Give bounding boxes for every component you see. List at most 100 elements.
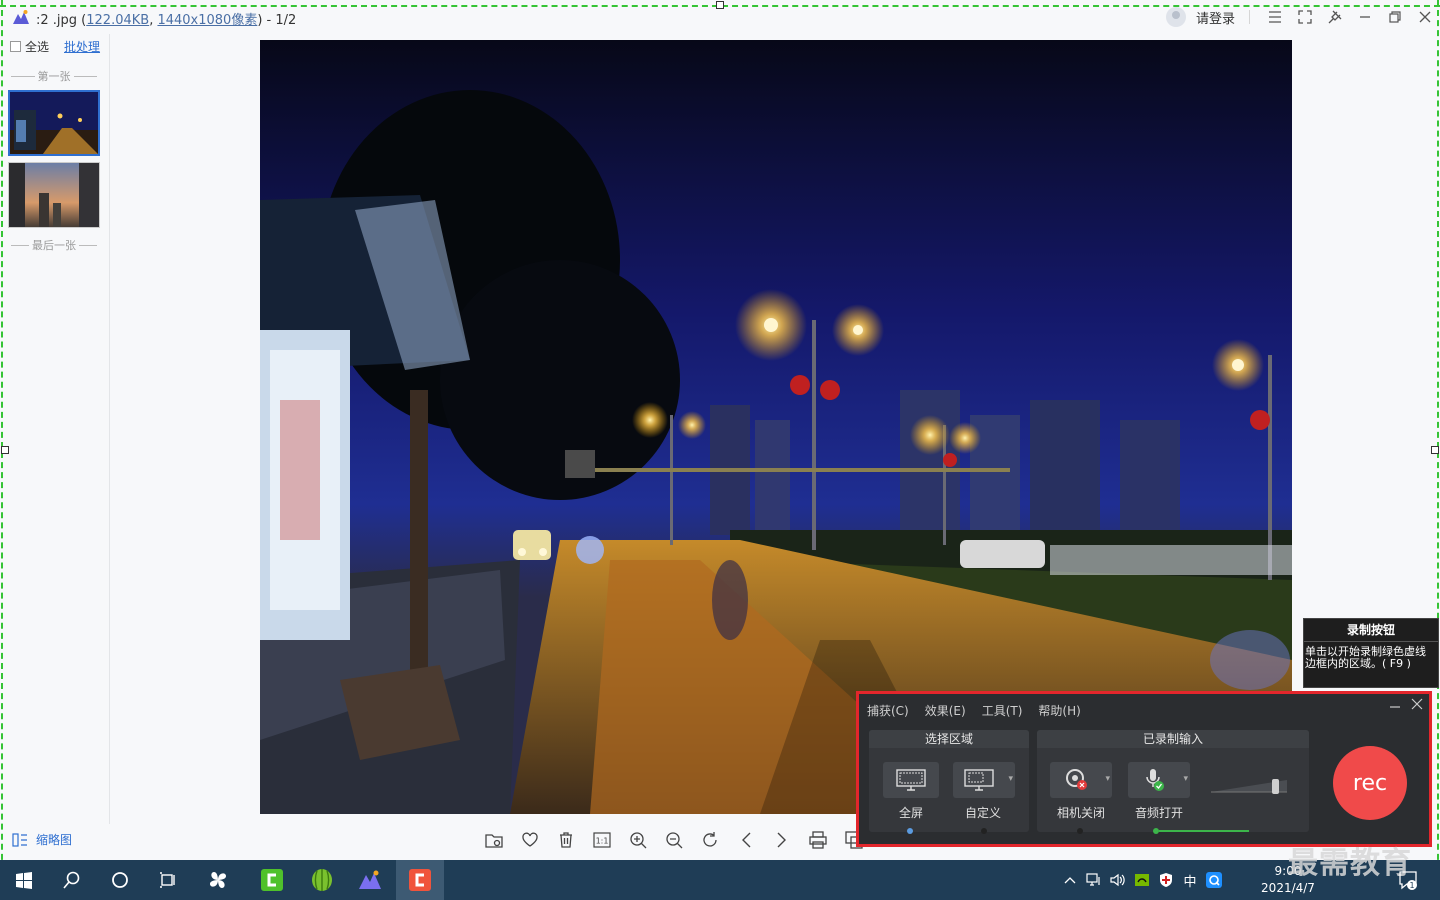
app-logo-icon [13, 10, 29, 24]
watermark: 最需教育 [1288, 846, 1412, 881]
camera-label: 相机关闭 [1056, 806, 1105, 820]
actual-size-label: 1:1 [596, 837, 609, 846]
search-icon [63, 871, 80, 889]
menu-effects[interactable]: 效果(E) [925, 702, 966, 719]
window-title: :2 .jpg (122.04KB, 1440x1080像素) - 1/2 [36, 13, 297, 28]
menu-capture[interactable]: 捕获(C) [867, 702, 909, 719]
pinwheel-app-icon [210, 872, 226, 888]
audio-option[interactable]: ▾ 音频打开 [1125, 762, 1193, 821]
taskbar-app-pinwheel[interactable] [194, 860, 242, 900]
camera-option[interactable]: ▾ 相机关闭 [1047, 762, 1115, 821]
taskbar-app-image-viewer[interactable] [346, 860, 394, 900]
zoom-out-icon[interactable] [656, 826, 692, 854]
webcam-off-icon [1066, 769, 1087, 790]
chevron-down-icon[interactable]: ▾ [1008, 774, 1013, 784]
taskbar-app-melon[interactable] [298, 860, 346, 900]
dimensions-link[interactable]: 1440x1080像素 [157, 13, 257, 28]
qq-icon[interactable] [1202, 860, 1226, 900]
batch-process-link[interactable]: 批处理 [64, 38, 100, 55]
fullscreen-button[interactable] [883, 762, 939, 798]
select-all-checkbox[interactable]: 全选 [10, 38, 49, 55]
notification-center-icon[interactable]: 1 [1396, 868, 1420, 892]
image-viewer-app-icon [359, 870, 381, 889]
fullscreen-option[interactable]: 全屏 [881, 762, 941, 821]
indicator-dot [907, 828, 913, 834]
tooltip-body: 单击以开始录制绿色虚线边框内的区域。( F9 ) [1305, 645, 1426, 670]
select-area-group: 选择区域 全屏 ▾ 自定义 [869, 730, 1029, 834]
recorder-panel: 捕获(C) 效果(E) 工具(T) 帮助(H) 选择区域 全屏 ▾ 自定义 已录… [856, 691, 1432, 847]
volume-icon[interactable] [1106, 860, 1130, 900]
chevron-up-icon[interactable] [1058, 860, 1082, 900]
rotate-icon[interactable] [692, 826, 728, 854]
last-divider: 最后一张 [8, 237, 100, 253]
custom-label: 自定义 [964, 806, 1001, 820]
audio-button[interactable]: ▾ [1128, 762, 1190, 798]
fullscreen-label: 全屏 [898, 806, 923, 820]
camera-button[interactable]: ▾ [1050, 762, 1112, 798]
print-icon[interactable] [800, 826, 836, 854]
taskbar-app-camtasia-recorder[interactable] [396, 860, 444, 900]
next-icon[interactable] [764, 826, 800, 854]
start-button[interactable] [0, 860, 48, 900]
ime-indicator[interactable]: 中 [1178, 860, 1202, 900]
indicator-dot [1077, 828, 1083, 834]
file-size-link[interactable]: 122.04KB [86, 13, 149, 28]
select-area-title: 选择区域 [869, 730, 1029, 748]
taskbar: 中 9:00 2021/4/7 [0, 860, 1440, 900]
recorder-menu: 捕获(C) 效果(E) 工具(T) 帮助(H) [867, 702, 1097, 719]
thumbnail-sidebar: 全选 批处理 第一张 最后一张 [0, 34, 110, 824]
windows-icon [16, 872, 32, 889]
network-icon[interactable] [1082, 860, 1106, 900]
heart-icon[interactable] [512, 826, 548, 854]
audio-level-bar [1159, 830, 1249, 832]
audio-volume-slider[interactable] [1209, 774, 1289, 796]
thumbnail-toggle-label: 缩略图 [36, 833, 73, 847]
tooltip-title: 录制按钮 [1304, 619, 1438, 642]
chevron-down-icon[interactable]: ▾ [1105, 774, 1110, 784]
recorder-close-icon[interactable] [1411, 698, 1425, 714]
thumbnail-panel-icon [12, 832, 27, 847]
audio-label: 音频打开 [1134, 806, 1183, 820]
folder-icon[interactable] [476, 826, 512, 854]
resize-handle-top[interactable] [716, 1, 724, 9]
monitor-icon [896, 769, 926, 791]
zoom-in-icon[interactable] [620, 826, 656, 854]
security-shield-icon[interactable] [1154, 860, 1178, 900]
custom-button[interactable]: ▾ [953, 762, 1015, 798]
menu-tools[interactable]: 工具(T) [982, 702, 1023, 719]
bottom-toolbar: 1:1 [476, 826, 872, 854]
indicator-dot [981, 828, 987, 834]
task-view-button[interactable] [144, 860, 192, 900]
trash-icon[interactable] [548, 826, 584, 854]
resize-handle-left[interactable] [1, 446, 9, 454]
notification-count: 1 [1409, 881, 1414, 890]
checkbox-icon [10, 41, 21, 52]
recorded-input-title: 已录制输入 [1037, 730, 1309, 748]
actual-size-icon[interactable]: 1:1 [584, 826, 620, 854]
system-tray: 中 [1058, 860, 1226, 900]
chevron-down-icon[interactable]: ▾ [1183, 774, 1188, 784]
avatar[interactable] [1165, 7, 1186, 27]
recorder-minimize-icon[interactable] [1389, 700, 1403, 716]
login-link[interactable]: 请登录 [1196, 8, 1235, 27]
first-divider: 第一张 [8, 68, 100, 84]
record-button[interactable]: rec [1333, 746, 1407, 820]
camtasia-green-icon [261, 869, 283, 891]
resize-handle-right[interactable] [1431, 446, 1439, 454]
task-view-icon [160, 872, 175, 888]
clock-date: 2021/4/7 [1261, 881, 1315, 895]
taskbar-app-camtasia-green[interactable] [248, 860, 296, 900]
last-label: 最后一张 [32, 239, 76, 252]
thumbnail-2[interactable] [8, 162, 100, 228]
custom-option[interactable]: ▾ 自定义 [953, 762, 1015, 821]
cortana-button[interactable] [96, 860, 144, 900]
camtasia-recorder-icon [409, 869, 431, 891]
menu-help[interactable]: 帮助(H) [1038, 702, 1080, 719]
nvidia-icon[interactable] [1130, 860, 1154, 900]
first-label: 第一张 [37, 70, 71, 83]
microphone-on-icon [1146, 769, 1164, 791]
search-button[interactable] [48, 860, 96, 900]
thumbnail-1[interactable] [8, 90, 100, 156]
thumbnail-toggle-button[interactable]: 缩略图 [12, 831, 72, 848]
prev-icon[interactable] [728, 826, 764, 854]
